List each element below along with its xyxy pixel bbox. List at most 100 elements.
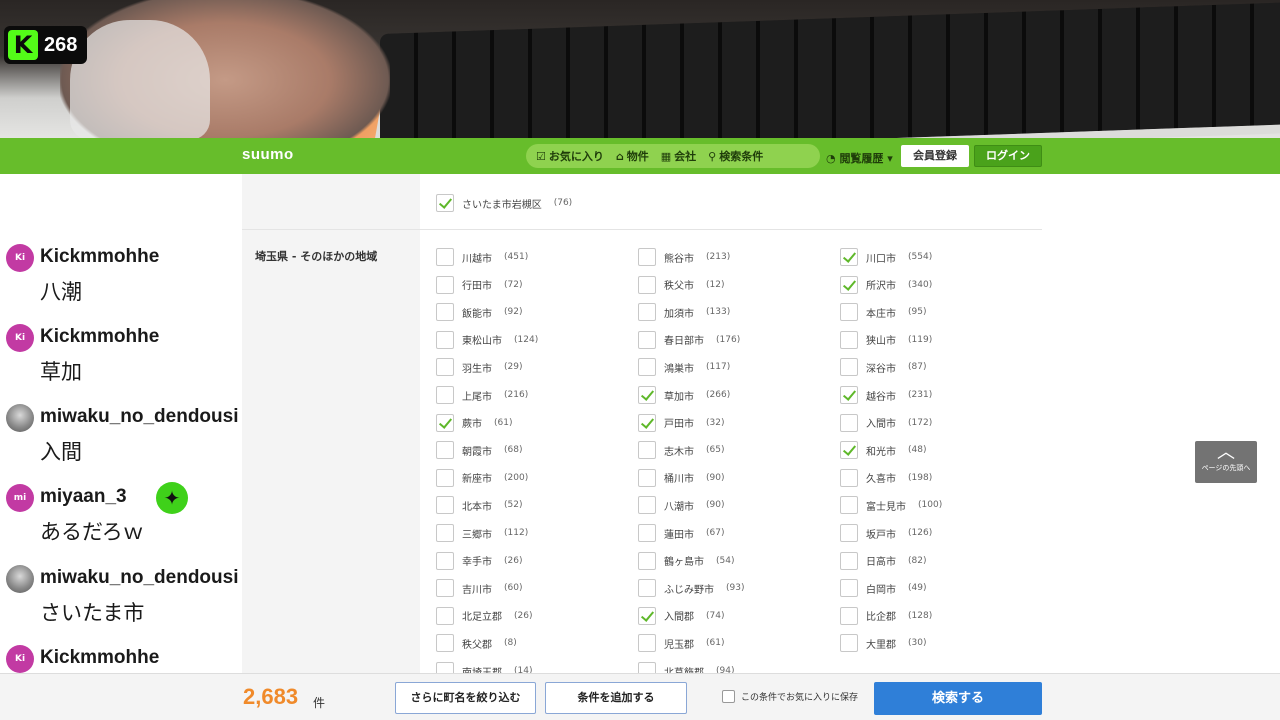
checkbox[interactable] — [840, 524, 858, 542]
checkbox[interactable] — [436, 441, 454, 460]
checkbox[interactable] — [638, 330, 656, 349]
checkbox[interactable] — [436, 524, 454, 542]
checkbox-item[interactable]: 加須市 (133) — [638, 303, 730, 322]
checkbox-item[interactable]: 熊谷市 (213) — [638, 248, 730, 266]
checkbox[interactable] — [436, 358, 454, 377]
checkbox[interactable] — [638, 524, 656, 542]
checkbox-item[interactable]: 鴻巣市 (117) — [638, 358, 730, 377]
checkbox[interactable] — [840, 358, 858, 377]
checkbox-item[interactable]: 比企郡 (128) — [840, 606, 932, 625]
checkbox[interactable] — [436, 579, 454, 598]
history-dropdown[interactable]: ◔ 閲覧履歴 ▾ — [826, 150, 893, 166]
checkbox-item[interactable]: 桶川市 (90) — [638, 468, 724, 487]
checkbox-item[interactable]: 新座市 (200) — [436, 468, 528, 487]
checkbox-item[interactable]: 北足立郡 (26) — [436, 606, 532, 625]
checkbox-item[interactable]: 幸手市 (26) — [436, 551, 522, 570]
checkbox-item[interactable]: 朝霞市 (68) — [436, 441, 522, 460]
checkbox-item[interactable]: 入間市 (172) — [840, 413, 932, 432]
checkbox-item[interactable]: 日高市 (82) — [840, 551, 926, 570]
checkbox-item[interactable]: 和光市 (48) — [840, 441, 926, 460]
checkbox[interactable] — [638, 441, 656, 460]
checkbox[interactable] — [840, 634, 858, 653]
checkbox-item[interactable]: 深谷市 (87) — [840, 358, 926, 377]
checkbox[interactable] — [638, 634, 656, 653]
checkbox-item[interactable]: 志木市 (65) — [638, 441, 724, 460]
checkbox[interactable] — [638, 248, 656, 266]
checkbox[interactable] — [840, 330, 858, 349]
search-button[interactable]: 検索する — [874, 682, 1042, 715]
checkbox-item[interactable]: 春日部市 (176) — [638, 330, 740, 349]
nav-favorites[interactable]: ☑ お気に入り — [536, 148, 604, 164]
checkbox[interactable] — [840, 441, 858, 460]
checkbox-item[interactable]: 白岡市 (49) — [840, 579, 926, 598]
nav-saved-search[interactable]: ⚲ 検索条件 — [708, 148, 763, 164]
narrow-town-button[interactable]: さらに町名を絞り込む — [395, 682, 536, 714]
checkbox-item[interactable]: 秩父郡 (8) — [436, 634, 517, 653]
checkbox-item[interactable]: 吉川市 (60) — [436, 579, 522, 598]
checkbox[interactable] — [436, 496, 454, 515]
checkbox[interactable] — [436, 275, 454, 294]
checkbox[interactable] — [840, 386, 858, 404]
checkbox[interactable] — [436, 248, 454, 266]
checkbox[interactable] — [840, 496, 858, 515]
checkbox[interactable] — [840, 275, 858, 294]
checkbox-item[interactable]: 南埼玉郡 (14) — [436, 662, 532, 673]
checkbox[interactable] — [436, 330, 454, 349]
back-to-top-button[interactable]: ︿ ページの先頭へ — [1195, 441, 1257, 483]
register-button[interactable]: 会員登録 — [901, 145, 969, 167]
checkbox[interactable] — [436, 606, 454, 625]
checkbox-item[interactable]: 秩父市 (12) — [638, 275, 724, 294]
checkbox-item[interactable]: さいたま市岩槻区 (76) — [436, 194, 572, 212]
checkbox[interactable] — [840, 551, 858, 570]
suumo-logo[interactable]: suumo — [242, 146, 294, 163]
checkbox-item[interactable]: 八潮市 (90) — [638, 496, 724, 515]
checkbox[interactable] — [436, 386, 454, 404]
checkbox[interactable] — [436, 634, 454, 653]
add-condition-button[interactable]: 条件を追加する — [545, 682, 687, 714]
checkbox[interactable] — [638, 303, 656, 322]
checkbox[interactable] — [436, 662, 454, 673]
checkbox-item[interactable]: 越谷市 (231) — [840, 386, 932, 404]
checkbox[interactable] — [840, 248, 858, 266]
checkbox[interactable] — [840, 303, 858, 322]
checkbox[interactable] — [840, 468, 858, 487]
checkbox[interactable] — [840, 413, 858, 432]
checkbox-item[interactable]: 富士見市 (100) — [840, 496, 942, 515]
checkbox-item[interactable]: 大里郡 (30) — [840, 634, 926, 653]
checkbox[interactable] — [840, 606, 858, 625]
checkbox[interactable] — [638, 386, 656, 404]
nav-properties[interactable]: ⌂ 物件 — [616, 148, 649, 164]
checkbox-item[interactable]: 川口市 (554) — [840, 248, 932, 266]
checkbox[interactable] — [436, 413, 454, 432]
checkbox[interactable] — [638, 468, 656, 487]
save-favorite-option[interactable]: この条件でお気に入りに保存 — [722, 690, 858, 703]
checkbox[interactable] — [436, 468, 454, 487]
checkbox[interactable] — [638, 496, 656, 515]
checkbox-item[interactable]: 戸田市 (32) — [638, 413, 724, 432]
checkbox-item[interactable]: 草加市 (266) — [638, 386, 730, 404]
checkbox-item[interactable]: 三郷市 (112) — [436, 524, 528, 542]
checkbox-item[interactable]: 蓮田市 (67) — [638, 524, 724, 542]
checkbox-item[interactable]: 久喜市 (198) — [840, 468, 932, 487]
checkbox[interactable] — [638, 579, 656, 598]
checkbox[interactable] — [638, 413, 656, 432]
checkbox-item[interactable]: 狭山市 (119) — [840, 330, 932, 349]
nav-companies[interactable]: ▦ 会社 — [661, 148, 696, 164]
checkbox-item[interactable]: 児玉郡 (61) — [638, 634, 724, 653]
checkbox-item[interactable]: 川越市 (451) — [436, 248, 528, 266]
checkbox[interactable] — [436, 303, 454, 322]
checkbox[interactable] — [638, 662, 656, 673]
checkbox[interactable] — [638, 358, 656, 377]
checkbox-item[interactable]: 鶴ヶ島市 (54) — [638, 551, 734, 570]
checkbox-item[interactable]: 東松山市 (124) — [436, 330, 538, 349]
checkbox[interactable] — [436, 551, 454, 570]
checkbox-item[interactable]: 入間郡 (74) — [638, 606, 724, 625]
login-button[interactable]: ログイン — [974, 145, 1042, 167]
checkbox-item[interactable]: ふじみ野市 (93) — [638, 579, 744, 598]
checkbox-item[interactable]: 羽生市 (29) — [436, 358, 522, 377]
checkbox-item[interactable]: 行田市 (72) — [436, 275, 522, 294]
checkbox[interactable] — [638, 275, 656, 294]
checkbox[interactable] — [638, 606, 656, 625]
checkbox[interactable] — [436, 194, 454, 212]
checkbox-item[interactable]: 本庄市 (95) — [840, 303, 926, 322]
